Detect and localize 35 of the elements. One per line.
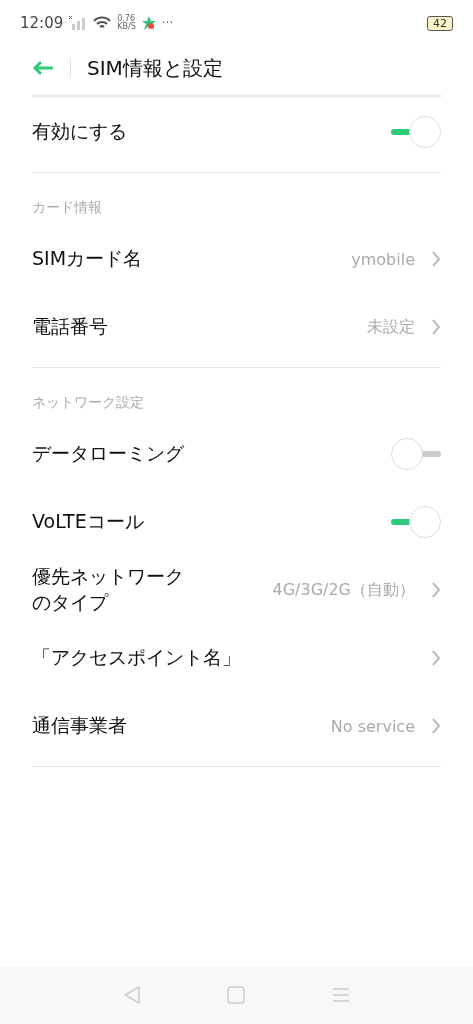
speed-value: 0.76	[117, 15, 136, 23]
back-arrow-icon[interactable]	[32, 60, 54, 76]
setting-value: 4G/3G/2G（自動）	[272, 579, 415, 601]
chevron-icon	[431, 649, 441, 667]
setting-label: 優先ネットワークのタイプ	[32, 564, 185, 615]
home-icon[interactable]	[227, 986, 246, 1004]
chevron-icon	[431, 717, 441, 735]
setting-label: SIMカード名	[32, 246, 143, 272]
setting-label: VoLTEコール	[32, 509, 144, 535]
section-header: カード情報	[32, 198, 103, 217]
setting-value: ymobile	[351, 249, 415, 269]
app-icon	[141, 16, 156, 30]
more-dots: ···	[161, 16, 174, 30]
page-title: SIM情報と設定	[87, 54, 223, 82]
setting-value: 未設定	[367, 316, 415, 338]
toggle-switch[interactable]	[391, 116, 441, 148]
setting-label: 通信事業者	[32, 713, 127, 739]
setting-label: データローミング	[32, 441, 184, 467]
battery-level: 42	[427, 15, 453, 31]
chevron-icon	[431, 318, 441, 336]
speed-unit: KB/S	[117, 23, 136, 31]
back-icon[interactable]	[123, 985, 142, 1005]
clock-time: 12:09	[20, 14, 64, 32]
setting-label: 電話番号	[32, 314, 108, 340]
signal-icon	[69, 16, 88, 30]
setting-value: No service	[330, 716, 415, 736]
toggle-switch[interactable]	[391, 506, 441, 538]
setting-label: 「アクセスポイント名」	[32, 645, 241, 671]
menu-icon[interactable]	[331, 987, 350, 1003]
setting-label: 有効にする	[32, 119, 127, 145]
wifi-icon	[93, 16, 112, 30]
chevron-icon	[431, 250, 441, 268]
chevron-icon	[431, 581, 441, 599]
toggle-switch[interactable]	[391, 438, 441, 470]
section-header: ネットワーク設定	[32, 393, 145, 412]
